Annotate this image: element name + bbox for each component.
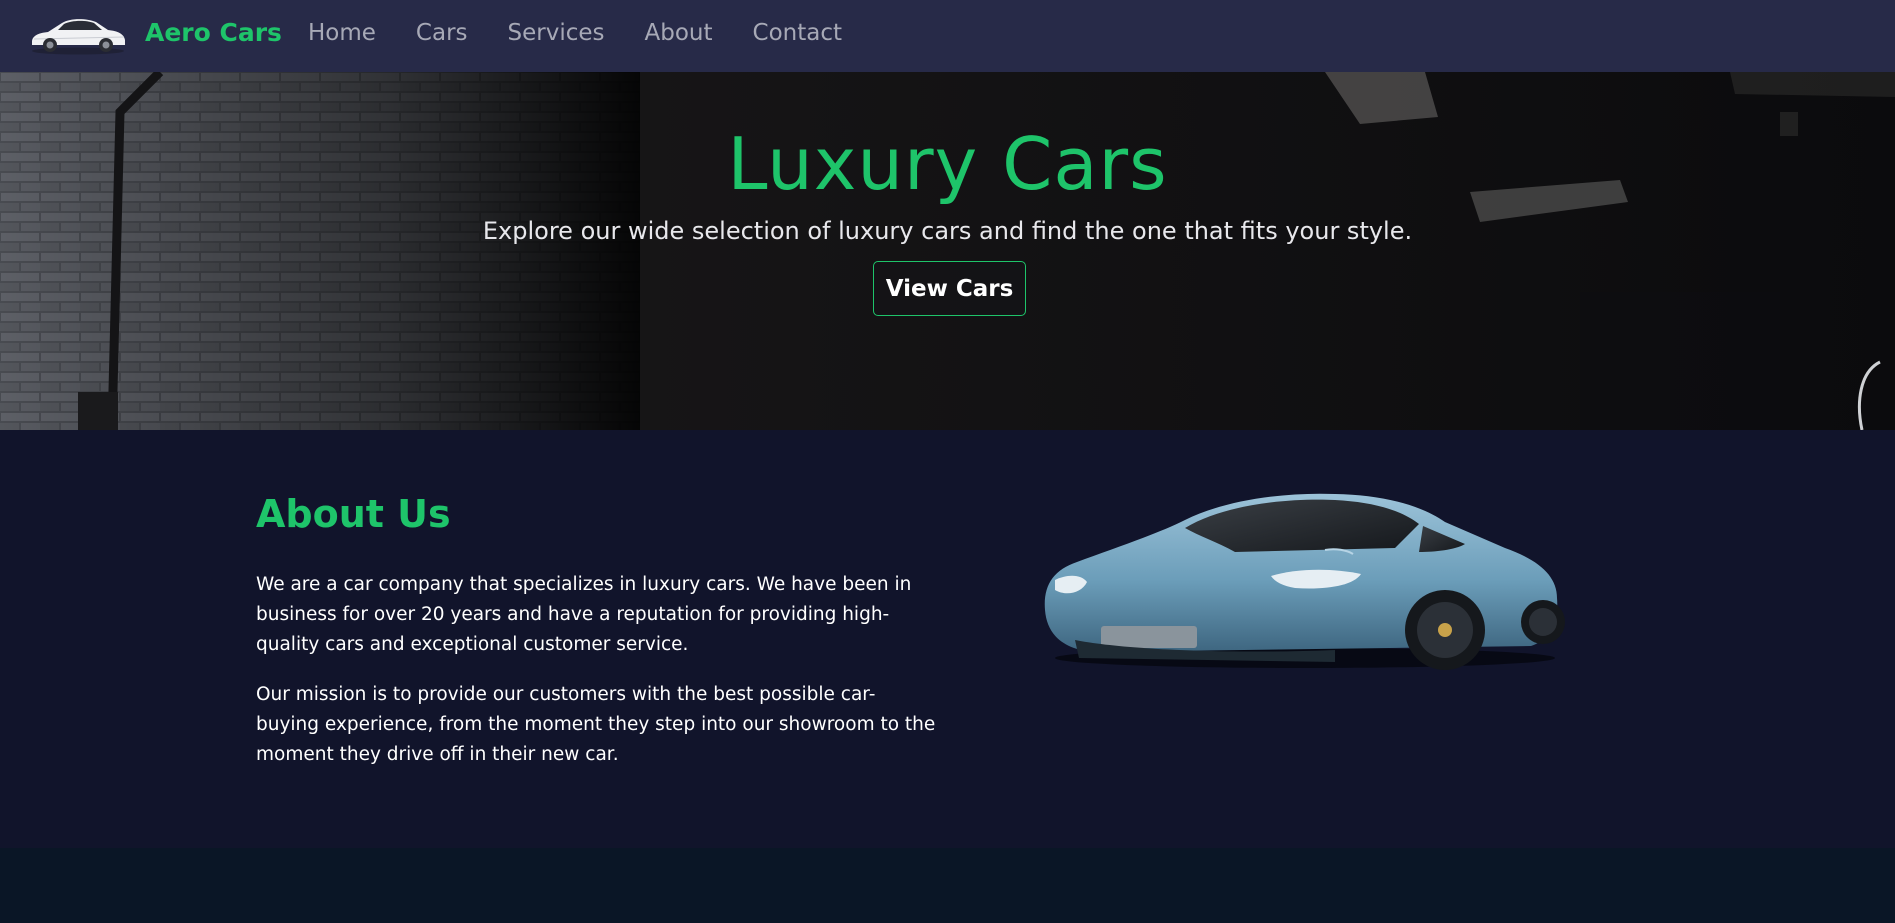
about-section: About Us We are a car company that speci… bbox=[0, 430, 1895, 848]
nav-item-contact: Contact bbox=[753, 20, 842, 46]
car-logo-icon[interactable] bbox=[28, 12, 128, 56]
about-heading: About Us bbox=[256, 492, 451, 536]
next-section bbox=[0, 848, 1895, 923]
hero-title: Luxury Cars bbox=[727, 122, 1168, 206]
nav-link-services[interactable]: Services bbox=[508, 20, 605, 46]
nav-item-about: About bbox=[645, 20, 713, 46]
nav-menu: Home Cars Services About Contact bbox=[308, 20, 842, 46]
hero-section: Luxury Cars Explore our wide selection o… bbox=[0, 72, 1895, 430]
nav-item-home: Home bbox=[308, 20, 376, 46]
nav-item-services: Services bbox=[508, 20, 605, 46]
navbar: Aero Cars Home Cars Services About Conta… bbox=[0, 0, 1895, 72]
nav-link-contact[interactable]: Contact bbox=[753, 20, 842, 46]
view-cars-button[interactable]: View Cars bbox=[873, 261, 1026, 316]
brand-link[interactable]: Aero Cars bbox=[145, 18, 282, 47]
hero-subtitle: Explore our wide selection of luxury car… bbox=[482, 217, 1413, 245]
nav-link-about[interactable]: About bbox=[645, 20, 713, 46]
nav-link-cars[interactable]: Cars bbox=[416, 20, 468, 46]
about-paragraph-2: Our mission is to provide our customers … bbox=[256, 684, 936, 765]
nav-item-cars: Cars bbox=[416, 20, 468, 46]
about-paragraph-1: We are a car company that specializes in… bbox=[256, 574, 912, 655]
blue-sports-car-image bbox=[1044, 493, 1565, 670]
nav-link-home[interactable]: Home bbox=[308, 20, 376, 46]
